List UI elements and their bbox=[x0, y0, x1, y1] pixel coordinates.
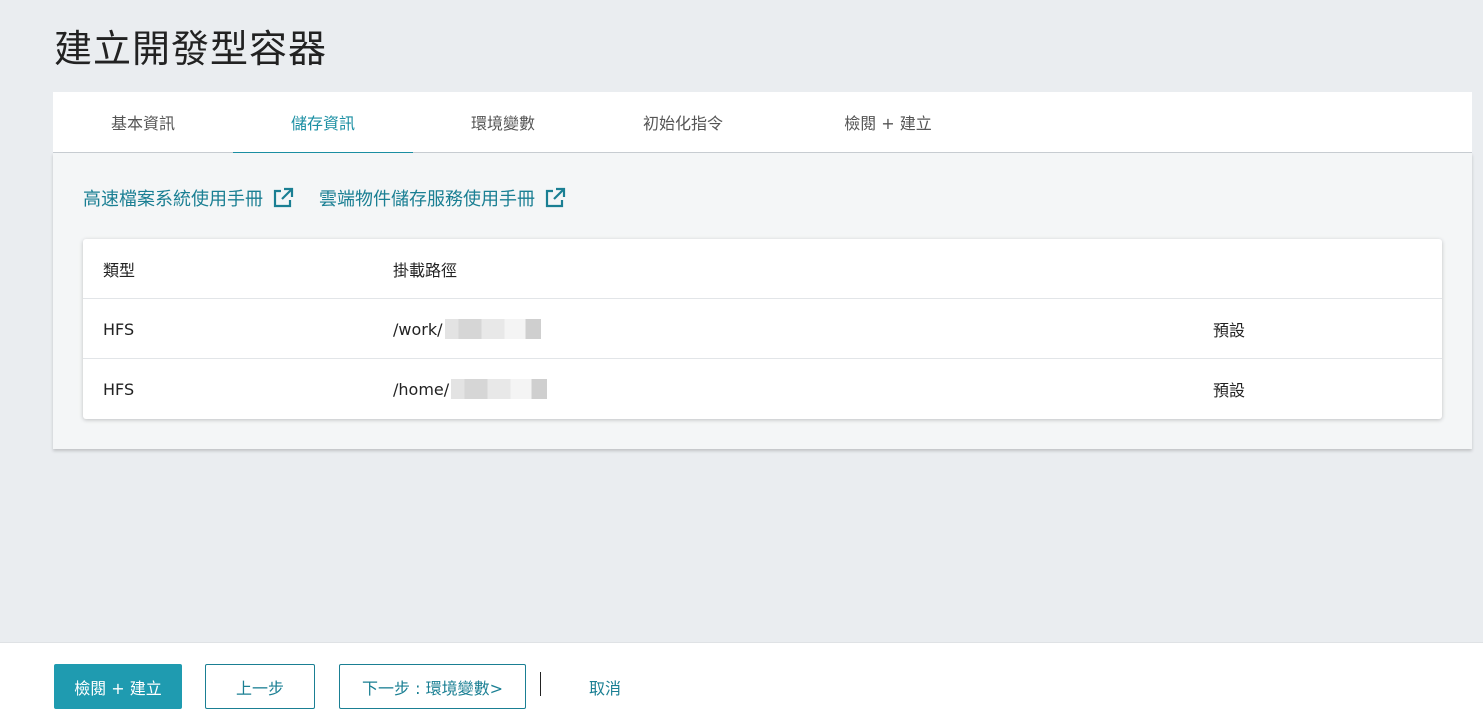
hfs-manual-label: 高速檔案系統使用手冊 bbox=[83, 189, 263, 210]
row-mount-path: /work/ bbox=[393, 299, 541, 359]
tab-env-vars[interactable]: 環境變數 bbox=[413, 92, 593, 152]
prev-step-button[interactable]: 上一步 bbox=[205, 664, 315, 709]
row-default-flag: 預設 bbox=[1213, 321, 1246, 340]
tab-storage-info[interactable]: 儲存資訊 bbox=[233, 92, 413, 154]
storage-panel: 高速檔案系統使用手冊 雲端物件儲存服務使用手冊 類型 掛載路徑 HFS /wor… bbox=[53, 153, 1472, 449]
text-cursor bbox=[540, 672, 541, 696]
row-default-flag: 預設 bbox=[1213, 381, 1246, 400]
next-step-button[interactable]: 下一步 : 環境變數> bbox=[339, 664, 526, 709]
tab-init-command[interactable]: 初始化指令 bbox=[593, 92, 773, 152]
tab-review-create[interactable]: 檢閱 + 建立 bbox=[798, 92, 978, 152]
tab-basic-info[interactable]: 基本資訊 bbox=[53, 92, 233, 152]
object-storage-manual-label: 雲端物件儲存服務使用手冊 bbox=[319, 189, 535, 210]
storage-table: 類型 掛載路徑 HFS /work/ 預設 HFS /home/ 預設 bbox=[83, 239, 1442, 419]
cancel-button[interactable]: 取消 bbox=[565, 664, 645, 709]
table-row: HFS /home/ 預設 bbox=[83, 359, 1442, 419]
table-row: HFS /work/ 預設 bbox=[83, 299, 1442, 359]
hfs-manual-link[interactable]: 高速檔案系統使用手冊 bbox=[83, 185, 295, 211]
header-mount-path: 掛載路徑 bbox=[393, 261, 458, 280]
page-title: 建立開發型容器 bbox=[54, 27, 328, 71]
tab-bar: 基本資訊 儲存資訊 環境變數 初始化指令 檢閱 + 建立 bbox=[53, 92, 1472, 154]
table-header: 類型 掛載路徑 bbox=[83, 239, 1442, 299]
manual-links: 高速檔案系統使用手冊 雲端物件儲存服務使用手冊 bbox=[83, 185, 567, 211]
mount-path-text: /home/ bbox=[393, 379, 450, 399]
object-storage-manual-link[interactable]: 雲端物件儲存服務使用手冊 bbox=[319, 185, 567, 211]
row-type: HFS bbox=[103, 319, 135, 339]
redacted-username bbox=[451, 379, 548, 399]
review-create-button[interactable]: 檢閱 + 建立 bbox=[54, 664, 182, 709]
redacted-username bbox=[444, 319, 541, 339]
external-link-icon bbox=[273, 187, 294, 208]
external-link-icon bbox=[545, 187, 566, 208]
header-type: 類型 bbox=[103, 261, 136, 280]
mount-path-text: /work/ bbox=[393, 319, 443, 339]
row-mount-path: /home/ bbox=[393, 359, 548, 419]
footer-bar: 檢閱 + 建立 上一步 下一步 : 環境變數> 取消 bbox=[0, 642, 1483, 721]
row-type: HFS bbox=[103, 379, 135, 399]
